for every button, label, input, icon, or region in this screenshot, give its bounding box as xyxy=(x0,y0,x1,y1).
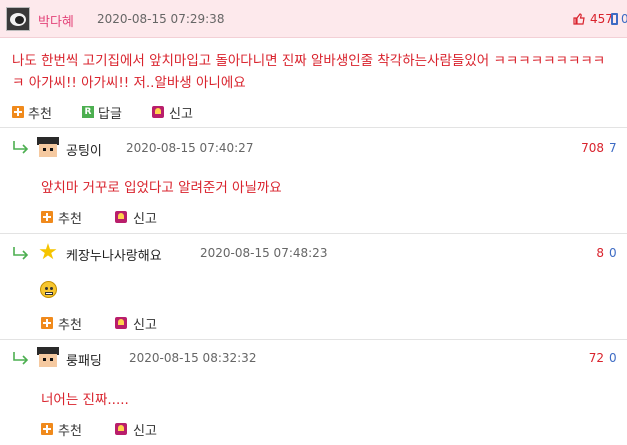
reply-author[interactable]: 공팅이 xyxy=(66,140,102,159)
reply-timestamp: 2020-08-15 07:48:23 xyxy=(200,246,328,260)
recommend-button[interactable]: 추천 xyxy=(28,103,52,122)
plus-icon[interactable] xyxy=(41,211,53,223)
reply-upvote-count[interactable]: 708 xyxy=(574,141,604,155)
reply-upvote-count[interactable]: 72 xyxy=(574,351,604,365)
downvote-count: 0 xyxy=(621,12,627,26)
report-button[interactable]: 신고 xyxy=(133,420,157,439)
reply-timestamp: 2020-08-15 08:32:32 xyxy=(129,351,257,365)
reply-author[interactable]: 케장누나사랑해요 xyxy=(66,245,162,264)
divider xyxy=(0,127,627,128)
report-button[interactable]: 신고 xyxy=(133,314,157,333)
thumbs-down-icon[interactable] xyxy=(611,13,618,25)
reply-arrow-icon xyxy=(13,141,29,154)
divider xyxy=(0,233,627,234)
star-icon[interactable]: ★ xyxy=(36,241,60,265)
avatar[interactable] xyxy=(36,136,60,160)
grimace-emoji-icon xyxy=(40,281,57,298)
reply-arrow-icon xyxy=(13,247,29,260)
recommend-button[interactable]: 추천 xyxy=(58,420,82,439)
reply-downvote-count[interactable]: 7 xyxy=(609,141,617,155)
siren-icon[interactable] xyxy=(152,106,164,118)
siren-icon[interactable] xyxy=(115,423,127,435)
reply-downvote-count[interactable]: 0 xyxy=(609,246,617,260)
report-button[interactable]: 신고 xyxy=(133,208,157,227)
reply-body: 너어는 진짜..... xyxy=(41,392,129,408)
reply-icon[interactable]: R xyxy=(82,106,94,118)
reply-button[interactable]: 답글 xyxy=(98,103,122,122)
divider xyxy=(0,339,627,340)
post-author[interactable]: 박다혜 xyxy=(38,11,74,30)
reply-arrow-icon xyxy=(13,352,29,365)
reply-timestamp: 2020-08-15 07:40:27 xyxy=(126,141,254,155)
avatar[interactable] xyxy=(36,346,60,370)
siren-icon[interactable] xyxy=(115,317,127,329)
report-button[interactable]: 신고 xyxy=(169,103,193,122)
post-timestamp: 2020-08-15 07:29:38 xyxy=(97,12,225,26)
thumbs-up-icon[interactable] xyxy=(573,13,585,25)
post-header: 박다혜 2020-08-15 07:29:38 457 0 xyxy=(0,0,627,38)
reply-author[interactable]: 룽패딩 xyxy=(66,350,102,369)
plus-icon[interactable] xyxy=(41,423,53,435)
reply-downvote-count[interactable]: 0 xyxy=(609,351,617,365)
recommend-button[interactable]: 추천 xyxy=(58,314,82,333)
recommend-button[interactable]: 추천 xyxy=(58,208,82,227)
plus-icon[interactable] xyxy=(41,317,53,329)
upvote-count: 457 xyxy=(590,12,613,26)
siren-icon[interactable] xyxy=(115,211,127,223)
reply-upvote-count[interactable]: 8 xyxy=(574,246,604,260)
avatar[interactable] xyxy=(6,7,30,31)
post-body: 나도 한번씩 고기집에서 앞치마입고 돌아다니면 진짜 알바생인줄 착각하는사람… xyxy=(12,53,606,91)
reply-body: 앞치마 거꾸로 입었다고 알려준거 아닐까요 xyxy=(41,180,282,196)
plus-icon[interactable] xyxy=(12,106,24,118)
